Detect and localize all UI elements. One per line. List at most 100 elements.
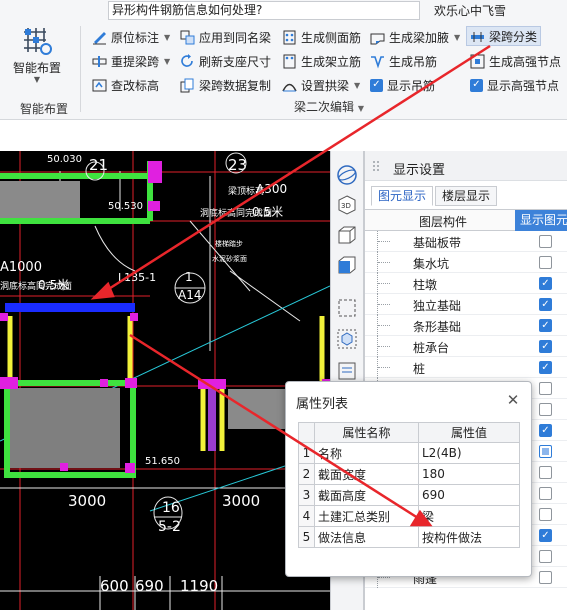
drag-handle-icon[interactable] [372, 160, 380, 172]
smart-layout-button[interactable]: 智能布置 ▼ [6, 22, 68, 92]
dimension-label: 1190 [180, 577, 218, 595]
orbit-view-button[interactable] [335, 163, 359, 187]
property-name: 截面高度 [314, 484, 419, 506]
section-label: 16 [162, 500, 180, 516]
layer-visibility-checkbox[interactable] [539, 382, 552, 395]
gen-high-strength-node-button[interactable]: 生成高强节点 [470, 51, 561, 71]
copy-span-data-button[interactable]: 梁跨数据复制 [180, 75, 271, 95]
annotation-text: L135-1 [118, 271, 156, 284]
group-label-text: 梁二次编辑 [294, 100, 355, 114]
layer-row[interactable]: 独立基础 ✓ [365, 294, 567, 315]
group-label-smart-layout: 智能布置 [20, 102, 69, 116]
isolate-view-button[interactable] [335, 327, 359, 351]
show-hanger-checkbox[interactable]: ✓ 显示吊筋 [370, 75, 435, 95]
property-value[interactable]: 690 [418, 484, 520, 506]
layer-row[interactable]: 柱墩 ✓ [365, 273, 567, 294]
layer-visibility-checkbox[interactable] [539, 466, 552, 479]
original-annotation-button[interactable]: 原位标注 ▼ [92, 27, 170, 47]
layer-row[interactable]: 桩 ✓ [365, 357, 567, 378]
gen-side-rebar-button[interactable]: 生成侧面筋 [282, 27, 361, 47]
layer-visibility-checkbox[interactable]: ✓ [539, 340, 552, 353]
cad-drawing-canvas[interactable]: 50.030 21 23 50.530 梁顶标高 A300 洞底标高同完成面 0… [0, 151, 330, 610]
check-elevation-button[interactable]: 查改标高 [92, 75, 159, 95]
layer-visibility-checkbox[interactable] [539, 487, 552, 500]
layer-visibility-checkbox[interactable] [539, 508, 552, 521]
list-view-button[interactable] [335, 359, 359, 383]
tree-connector [377, 294, 397, 315]
check-elevation-label: 查改标高 [111, 78, 160, 93]
table-header: 图层构件 显示图元 [365, 209, 567, 231]
property-name: 做法信息 [314, 526, 419, 548]
layer-name: 独立基础 [413, 299, 462, 313]
panel-title: 显示设置 [393, 163, 446, 178]
select-region-button[interactable] [335, 296, 359, 320]
show-high-strength-node-checkbox[interactable]: ✓ 显示高强节点 [470, 75, 559, 95]
cube-icon [338, 226, 356, 244]
column-header-component[interactable]: 图层构件 [419, 213, 467, 230]
gen-haunch-label: 生成梁加腋 [389, 30, 450, 45]
hanger-icon [370, 54, 385, 69]
annotation-text: 0.5米 [252, 205, 283, 219]
close-icon[interactable]: ✕ [504, 391, 522, 409]
set-arch-beam-button[interactable]: 设置拱梁 ▼ [282, 75, 360, 95]
selected-beam[interactable] [5, 303, 135, 312]
layer-visibility-checkbox[interactable]: ✓ [539, 529, 552, 542]
property-row[interactable]: 4 土建汇总类别梁 [298, 505, 520, 527]
layer-visibility-checkbox[interactable]: ✓ [539, 298, 552, 311]
annotation-text: 0.5米 [38, 278, 69, 292]
property-row[interactable]: 2 截面宽度 180 [298, 463, 520, 485]
annotation-text: 水泥砂浆面 [212, 254, 247, 263]
chevron-down-icon: ▼ [354, 80, 361, 90]
refresh-icon [180, 53, 195, 69]
property-value[interactable]: 梁 [418, 505, 520, 527]
property-value[interactable]: L2(4B) [418, 442, 520, 464]
layer-row[interactable]: 集水坑 [365, 252, 567, 273]
reextract-span-button[interactable]: 重提梁跨 ▼ [92, 51, 170, 71]
layer-visibility-checkbox[interactable] [539, 256, 552, 269]
annotation-text: 楼梯踏步 [215, 239, 243, 248]
gen-erect-rebar-button[interactable]: 生成架立筋 [282, 51, 361, 71]
slab-region [10, 388, 120, 468]
gen-hanger-rebar-button[interactable]: 生成吊筋 [370, 51, 437, 71]
layer-visibility-checkbox[interactable]: ✓ [539, 361, 552, 374]
front-view-button[interactable] [335, 253, 359, 277]
layer-visibility-checkbox[interactable] [539, 235, 552, 248]
property-row[interactable]: 1 名称 L2(4B) [298, 442, 520, 464]
layer-visibility-checkbox[interactable] [539, 403, 552, 416]
tab-floor-display[interactable]: 楼层显示 [435, 186, 498, 206]
layer-visibility-checkbox[interactable]: ✓ [539, 277, 552, 290]
span-classify-button[interactable]: 梁跨分类 [466, 26, 542, 46]
apply-same-name-button[interactable]: 应用到同名梁 [180, 27, 271, 47]
property-row[interactable]: 3 截面高度 690 [298, 484, 520, 506]
gen-haunch-button[interactable]: 生成梁加腋 ▼ [370, 27, 460, 47]
row-index: 3 [298, 484, 315, 506]
layer-visibility-checkbox[interactable] [539, 445, 552, 458]
property-table: 属性名称 属性值 1 名称 L2(4B) 2 截面宽度 180 3 截面高度 690 4 土建汇总类… [298, 422, 520, 548]
elevation-label: 50.030 [47, 154, 82, 165]
layer-visibility-checkbox[interactable]: ✓ [539, 319, 552, 332]
node-icon [470, 54, 485, 69]
property-row[interactable]: 5 做法信息 按构件做法 [298, 526, 520, 548]
layer-row[interactable]: 条形基础 ✓ [365, 315, 567, 336]
property-value[interactable]: 180 [418, 463, 520, 485]
layer-visibility-checkbox[interactable]: ✓ [539, 424, 552, 437]
layer-visibility-checkbox[interactable] [539, 571, 552, 584]
smart-layout-label: 智能布置 [12, 61, 61, 75]
axis-label: 21 [89, 156, 108, 174]
search-input[interactable]: 异形构件钢筋信息如何处理? [108, 1, 420, 20]
layer-visibility-checkbox[interactable] [539, 550, 552, 563]
3d-view-button[interactable]: 3D [335, 193, 359, 217]
layer-row[interactable]: 基础板带 [365, 231, 567, 252]
top-view-button[interactable] [335, 223, 359, 247]
refresh-support-button[interactable]: 刷新支座尺寸 [180, 51, 271, 71]
user-name[interactable]: 欢乐心中飞雪 [434, 2, 506, 19]
elevation-icon [92, 78, 107, 93]
chevron-down-icon: ▼ [33, 75, 41, 84]
panel-title-bar[interactable]: 显示设置 [365, 151, 567, 181]
tree-connector [377, 252, 397, 273]
annotation-text: A300 [256, 182, 287, 196]
property-value[interactable]: 按构件做法 [418, 526, 520, 548]
layer-row[interactable]: 桩承台 ✓ [365, 336, 567, 357]
tab-element-display[interactable]: 图元显示 [371, 186, 434, 206]
column-header-display[interactable]: 显示图元 [515, 210, 567, 231]
